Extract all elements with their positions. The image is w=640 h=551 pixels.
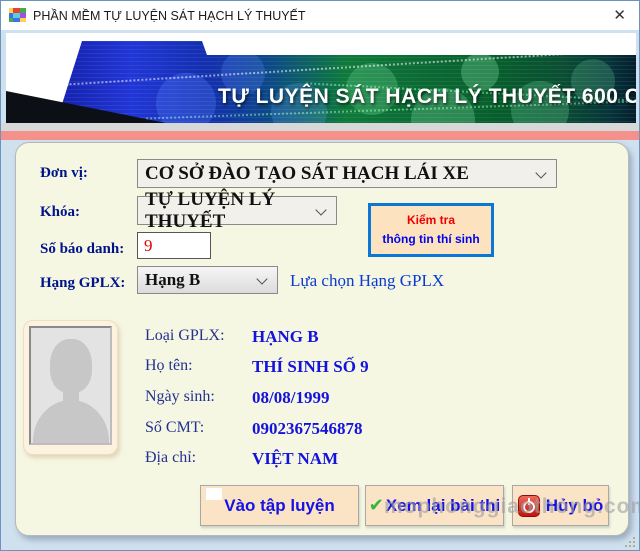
divider-red (1, 131, 639, 140)
banner-art (56, 41, 636, 123)
check-candidate-info-button[interactable]: Kiểm tra thông tin thí sinh (368, 203, 494, 257)
don-vi-select[interactable]: CƠ SỞ ĐÀO TẠO SÁT HẠCH LÁI XE (137, 159, 557, 188)
photo-frame (23, 320, 118, 455)
info-value: HẠNG B (252, 327, 319, 346)
don-vi-label: Đơn vị: (40, 165, 88, 181)
hang-gplx-value: Hạng B (145, 270, 201, 289)
check-button-line1: Kiểm tra (406, 213, 456, 228)
info-row-loai-gplx: Loại GPLX: HẠNG B (145, 327, 585, 347)
info-label: Địa chỉ: (145, 449, 197, 466)
main-panel: Đơn vị: CƠ SỞ ĐÀO TẠO SÁT HẠCH LÁI XE Kh… (15, 142, 629, 536)
info-label: Số CMT: (145, 419, 205, 436)
info-row-dia-chi: Địa chỉ: VIỆT NAM (145, 449, 585, 469)
khoa-select[interactable]: TỰ LUYỆN LÝ THUYẾT (137, 189, 337, 232)
info-value: 08/08/1999 (252, 388, 330, 407)
checkmark-icon: ✔ (368, 494, 384, 516)
banner-texture (56, 41, 636, 123)
avatar (50, 339, 92, 393)
info-label: Ngày sinh: (145, 388, 215, 405)
chevron-down-icon (535, 166, 547, 179)
chevron-down-icon (256, 273, 268, 285)
hang-gplx-hint: Lựa chọn Hạng GPLX (290, 271, 445, 290)
candidate-photo-placeholder (29, 326, 112, 445)
hang-gplx-select[interactable]: Hạng B (137, 266, 278, 294)
info-value: THÍ SINH SỐ 9 (252, 357, 369, 376)
info-value: 0902367546878 (252, 419, 363, 438)
application-window: PHẦN MỀM TỰ LUYỆN SÁT HẠCH LÝ THUYẾT ✕ T… (0, 0, 640, 551)
khoa-value: TỰ LUYỆN LÝ THUYẾT (145, 188, 276, 232)
resize-grip[interactable] (623, 535, 635, 547)
start-practice-label: Vào tập luyện (224, 495, 335, 515)
check-button-line2: thông tin thí sinh (382, 232, 480, 246)
start-practice-button[interactable]: Vào tập luyện (200, 485, 359, 526)
info-row-so-cmt: Số CMT: 0902367546878 (145, 419, 585, 439)
blank-icon (206, 488, 222, 500)
info-value: VIỆT NAM (252, 449, 339, 468)
khoa-label: Khóa: (40, 204, 81, 220)
close-icon[interactable]: ✕ (613, 6, 626, 24)
banner: TỰ LUYỆN SÁT HẠCH LÝ THUYẾT 600 CÂU (6, 33, 636, 123)
info-label: Họ tên: (145, 357, 193, 374)
window-titlebar: PHẦN MỀM TỰ LUYỆN SÁT HẠCH LÝ THUYẾT ✕ (1, 1, 639, 30)
info-row-ngay-sinh: Ngày sinh: 08/08/1999 (145, 388, 585, 408)
info-label: Loại GPLX: (145, 327, 225, 344)
info-row-ho-ten: Họ tên: THÍ SINH SỐ 9 (145, 357, 585, 377)
watermark: mophonggiaothong.com (384, 495, 640, 518)
avatar (33, 400, 109, 443)
so-bao-danh-label: Số báo danh: (40, 241, 125, 257)
hang-gplx-label: Hạng GPLX: (40, 275, 126, 291)
divider-gray (1, 123, 639, 131)
don-vi-value: CƠ SỞ ĐÀO TẠO SÁT HẠCH LÁI XE (145, 162, 469, 184)
banner-title: TỰ LUYỆN SÁT HẠCH LÝ THUYẾT 600 CÂU (218, 85, 636, 108)
app-icon (9, 8, 26, 22)
so-bao-danh-input[interactable] (137, 232, 211, 259)
window-title: PHẦN MỀM TỰ LUYỆN SÁT HẠCH LÝ THUYẾT (33, 9, 306, 23)
